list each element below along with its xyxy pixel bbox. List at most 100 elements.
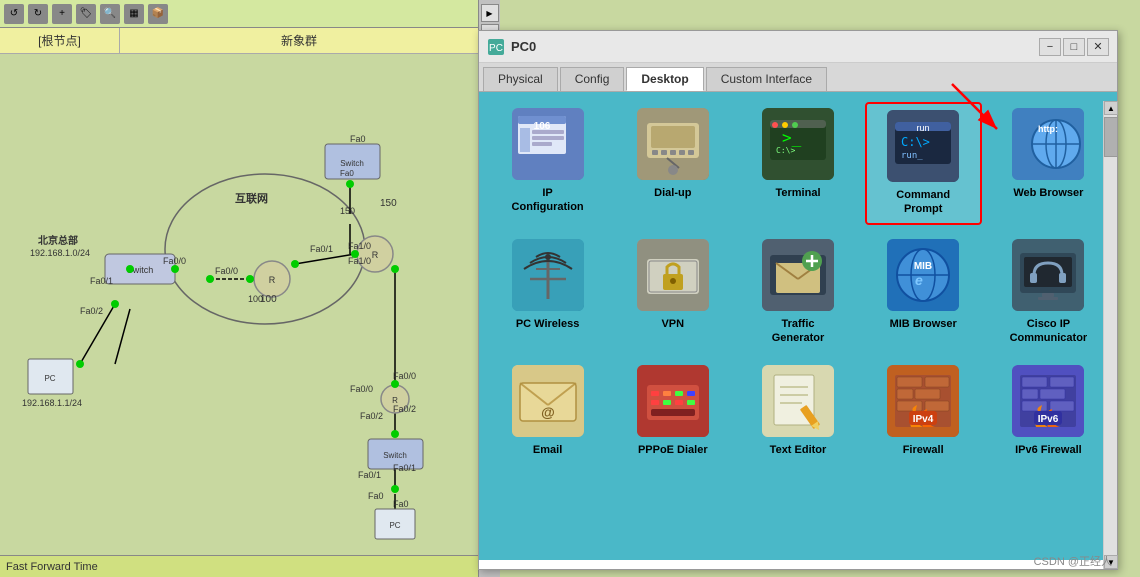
pppoe-dialer-label: PPPoE Dialer (638, 443, 708, 457)
tool-device[interactable]: 📦 (148, 4, 168, 24)
svg-text:MIB: MIB (914, 261, 932, 272)
command-prompt-icon: run C:\> run_ (887, 110, 959, 182)
svg-text:Fa0/1: Fa0/1 (358, 470, 381, 480)
vpn-icon (637, 239, 709, 311)
svg-text:Fa0/2: Fa0/2 (393, 404, 416, 414)
app-firewall[interactable]: IPv4 Firewall (865, 359, 982, 463)
scrollbar-thumb[interactable] (1104, 117, 1118, 157)
tool-grid[interactable]: ▦ (124, 4, 144, 24)
app-mib-browser[interactable]: MIB e MIB Browser (865, 233, 982, 352)
svg-text:Fa1/0: Fa1/0 (348, 241, 371, 251)
status-bar: Fast Forward Time (0, 555, 478, 577)
svg-text:Fa0/0: Fa0/0 (350, 384, 373, 394)
svg-text:PC: PC (389, 521, 400, 530)
web-browser-label: Web Browser (1013, 186, 1083, 200)
email-label: Email (533, 443, 562, 457)
app-web-browser[interactable]: http: Web Browser (990, 102, 1107, 225)
svg-text:PC: PC (489, 43, 503, 54)
svg-text:Fa0: Fa0 (393, 499, 409, 509)
svg-text:Fa0/0: Fa0/0 (215, 266, 238, 276)
svg-text:C:\>: C:\> (776, 146, 795, 155)
svg-text:Fa0/1: Fa0/1 (393, 463, 416, 473)
svg-text:互联网: 互联网 (235, 191, 268, 205)
svg-text:Fa0/0: Fa0/0 (163, 256, 186, 266)
svg-text:Switch: Switch (383, 451, 407, 460)
svg-text:Fa0: Fa0 (350, 134, 366, 144)
traffic-gen-label: TrafficGenerator (772, 317, 825, 346)
ipv6-firewall-label: IPv6 Firewall (1015, 443, 1082, 457)
svg-text:run: run (917, 123, 930, 133)
app-terminal[interactable]: >_ C:\> Terminal (739, 102, 856, 225)
minimize-button[interactable]: − (1039, 38, 1061, 56)
tool-plus[interactable]: + (52, 4, 72, 24)
dialog-titlebar: PC PC0 − □ ✕ (479, 31, 1117, 63)
app-grid: 106 IPConfiguration (489, 102, 1107, 463)
dialog-title: PC0 (511, 39, 1039, 54)
tool-loop1[interactable]: ↺ (4, 4, 24, 24)
svg-text:Fa1/0: Fa1/0 (348, 256, 371, 266)
tool-magnifier[interactable]: 🔍 (100, 4, 120, 24)
command-prompt-label: CommandPrompt (896, 188, 950, 217)
app-ip-configuration[interactable]: 106 IPConfiguration (489, 102, 606, 225)
svg-text:Fa0/1: Fa0/1 (90, 276, 113, 286)
mib-browser-icon: MIB e (887, 239, 959, 311)
tab-desktop[interactable]: Desktop (626, 67, 703, 91)
app-email[interactable]: @ Email (489, 359, 606, 463)
svg-text:IPv4: IPv4 (913, 414, 934, 425)
app-vpn[interactable]: VPN (614, 233, 731, 352)
svg-text:Fa0/2: Fa0/2 (360, 411, 383, 421)
app-pc-wireless[interactable]: PC Wireless (489, 233, 606, 352)
svg-text:>_: >_ (782, 128, 802, 147)
traffic-gen-icon (762, 239, 834, 311)
app-pppoe-dialer[interactable]: PPPoE Dialer (614, 359, 731, 463)
breadcrumb-root: [根节点] (0, 28, 120, 53)
pppoe-dialer-icon (637, 365, 709, 437)
firewall-label: Firewall (903, 443, 944, 457)
breadcrumb-cluster: 新象群 (120, 32, 478, 49)
app-dialup[interactable]: Dial-up (614, 102, 731, 225)
svg-text:http:: http: (1038, 124, 1058, 134)
svg-text:Fa0/1: Fa0/1 (310, 244, 333, 254)
tool-loop2[interactable]: ↻ (28, 4, 48, 24)
svg-text:run_: run_ (901, 151, 923, 161)
maximize-button[interactable]: □ (1063, 38, 1085, 56)
app-traffic-gen[interactable]: TrafficGenerator (739, 233, 856, 352)
svg-text:PC: PC (44, 374, 55, 383)
tab-physical[interactable]: Physical (483, 67, 558, 91)
dialup-icon (637, 108, 709, 180)
svg-text:IPv6: IPv6 (1038, 414, 1059, 425)
sidebar-btn-1[interactable]: ▶ (481, 4, 499, 22)
svg-text:100: 100 (260, 294, 277, 305)
svg-text:北京总部: 北京总部 (38, 234, 78, 247)
toolbar: ↺ ↻ + 🏷 🔍 ▦ 📦 (0, 0, 478, 28)
svg-text:e: e (915, 272, 923, 288)
pc-wireless-icon (512, 239, 584, 311)
tab-custom-interface[interactable]: Custom Interface (706, 67, 827, 91)
app-cisco-ip-comm[interactable]: Cisco IPCommunicator (990, 233, 1107, 352)
close-button[interactable]: ✕ (1087, 38, 1109, 56)
dialup-label: Dial-up (654, 186, 691, 200)
app-command-prompt[interactable]: run C:\> run_ CommandPrompt (865, 102, 982, 225)
pc-wireless-label: PC Wireless (516, 317, 580, 331)
dialog-scrollbar: ▲ ▼ (1103, 101, 1117, 569)
network-area: Switch Fa0/0 Fa0/1 Fa0/2 R Fa0/0 100 R F… (0, 54, 478, 561)
svg-text:Fa0: Fa0 (340, 169, 354, 178)
text-editor-icon (762, 365, 834, 437)
mib-browser-label: MIB Browser (890, 317, 957, 331)
ipv6-firewall-icon: IPv6 (1012, 365, 1084, 437)
svg-text:R: R (372, 250, 379, 260)
firewall-icon: IPv4 (887, 365, 959, 437)
cisco-ip-comm-icon (1012, 239, 1084, 311)
left-panel: ↺ ↻ + 🏷 🔍 ▦ 📦 [根节点] 新象群 (0, 0, 478, 577)
dialog-tabs: Physical Config Desktop Custom Interface (479, 63, 1117, 92)
tool-tag[interactable]: 🏷 (76, 4, 96, 24)
cisco-ip-comm-label: Cisco IPCommunicator (1010, 317, 1088, 346)
scrollbar-up-button[interactable]: ▲ (1104, 101, 1118, 115)
svg-text:Fa0: Fa0 (368, 491, 384, 501)
svg-text:Fa0/0: Fa0/0 (393, 371, 416, 381)
app-text-editor[interactable]: Text Editor (739, 359, 856, 463)
svg-text:@: @ (541, 404, 555, 420)
app-ipv6-firewall[interactable]: IPv6 IPv6 Firewall (990, 359, 1107, 463)
tab-config[interactable]: Config (560, 67, 625, 91)
watermark: CSDN @正经人 (1034, 553, 1112, 569)
